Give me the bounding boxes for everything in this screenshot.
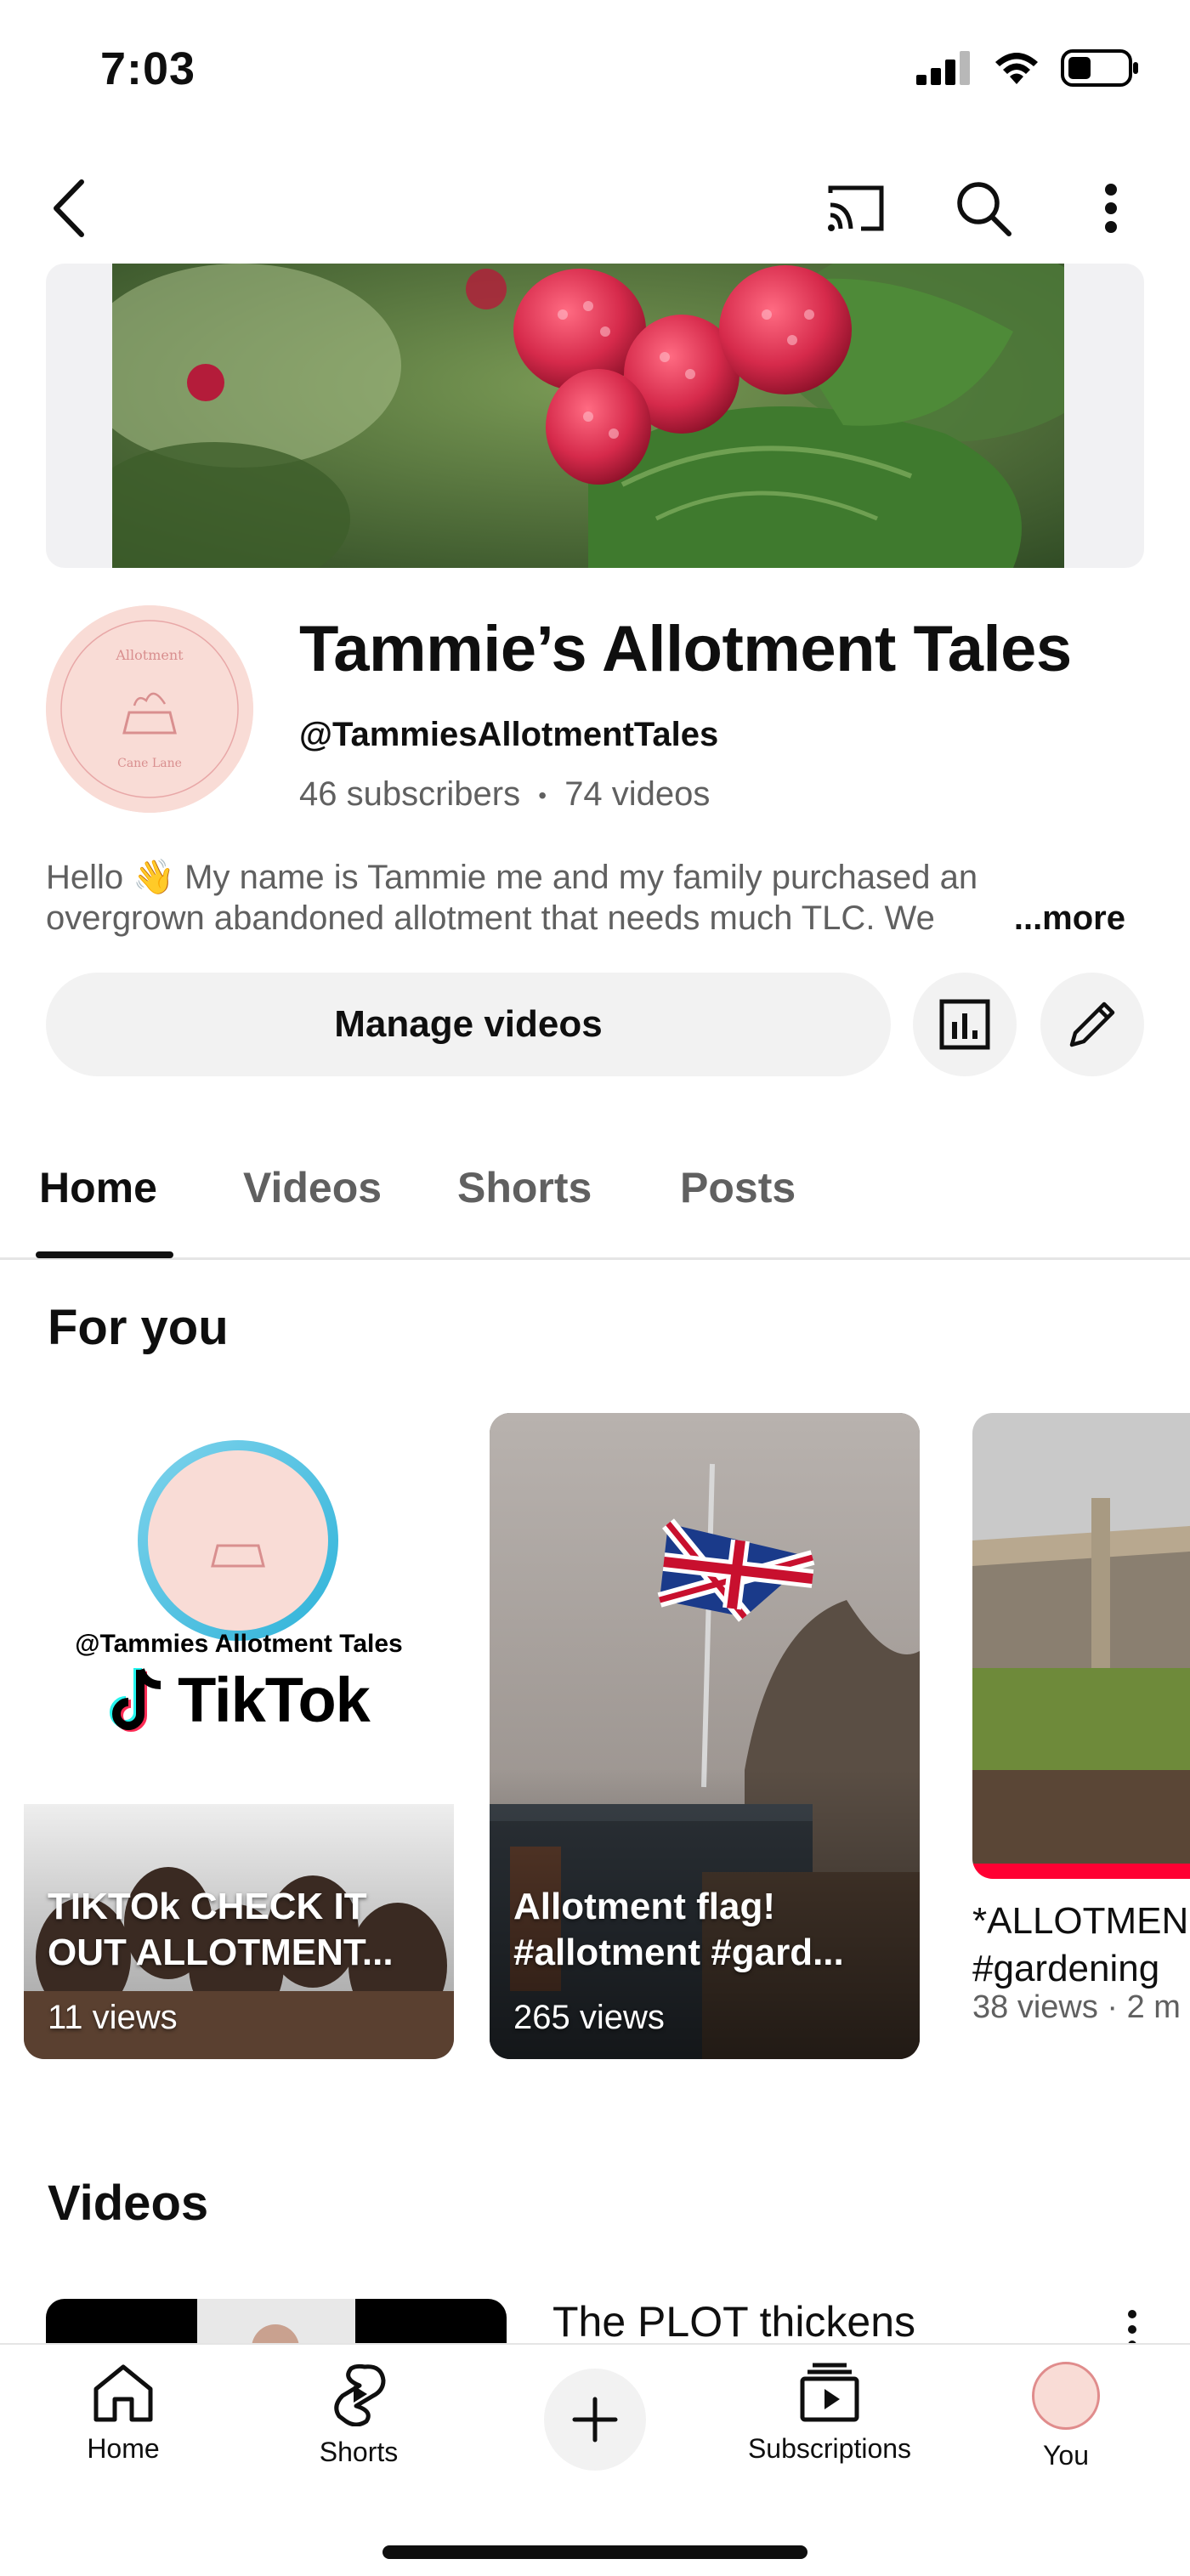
create-icon — [572, 2397, 618, 2443]
status-bar: 7:03 — [0, 0, 1190, 145]
analytics-icon — [939, 999, 990, 1050]
status-icons — [916, 49, 1139, 87]
short-title: *ALLOTMEN #gardening — [972, 1898, 1188, 1993]
cast-icon — [828, 185, 884, 231]
tab-shorts[interactable]: Shorts — [457, 1163, 592, 1212]
short-title: TIKTOk CHECK IT OUT ALLOTMENT... — [48, 1886, 394, 1973]
tab-videos[interactable]: Videos — [243, 1163, 382, 1212]
home-indicator — [382, 2545, 808, 2559]
pencil-icon — [1069, 1001, 1115, 1047]
avatar — [1032, 2362, 1100, 2430]
svg-text:Allotment: Allotment — [115, 647, 184, 663]
channel-name: Tammie’s Allotment Tales — [299, 613, 1072, 685]
top-nav — [0, 153, 1190, 255]
channel-banner — [46, 264, 1144, 568]
short-views: 38 views · 2 m — [972, 1989, 1181, 2025]
short-views: 265 views — [513, 1999, 665, 2036]
nav-subscriptions-label: Subscriptions — [747, 2433, 912, 2464]
stats-separator: • — [538, 782, 547, 809]
tiktok-brand: TikTok — [24, 1664, 454, 1736]
tab-home[interactable]: Home — [39, 1163, 157, 1212]
tiktok-wordmark: TikTok — [178, 1665, 371, 1735]
nav-subscriptions[interactable]: Subscriptions — [728, 2362, 932, 2465]
video-count: 74 videos — [564, 775, 711, 813]
nav-home-label: Home — [87, 2433, 160, 2464]
status-time: 7:03 — [100, 43, 196, 94]
tab-posts[interactable]: Posts — [680, 1163, 796, 1212]
more-options-button[interactable] — [1073, 170, 1149, 247]
battery-icon — [1061, 49, 1138, 87]
active-tab-indicator — [36, 1251, 173, 1258]
channel-handle: @TammiesAllotmentTales — [299, 716, 719, 753]
nav-create[interactable] — [544, 2369, 646, 2471]
cellular-signal-icon — [916, 51, 970, 85]
analytics-button[interactable] — [913, 973, 1017, 1076]
home-icon — [94, 2364, 153, 2422]
short-title-line2: #gardening — [972, 1948, 1160, 1989]
for-you-title: For you — [48, 1300, 229, 1355]
wifi-icon — [995, 53, 1038, 84]
short-title: Allotment flag! #allotment #gard... — [513, 1886, 844, 1973]
tiktok-handle-overlay: @Tammies Allotment Tales — [75, 1630, 403, 1658]
cast-button[interactable] — [818, 170, 894, 247]
nav-shorts[interactable]: Shorts — [257, 2362, 461, 2468]
subscriber-count: 46 subscribers — [299, 775, 521, 813]
nav-you[interactable]: You — [964, 2362, 1168, 2471]
short-views: 11 views — [48, 1999, 178, 2036]
video-title[interactable]: The PLOT thickens — [552, 2297, 915, 2346]
svg-text:Cane Lane: Cane Lane — [117, 757, 182, 770]
short-card-flag[interactable]: Allotment flag! #allotment #gard... 265 … — [490, 1413, 920, 2059]
back-arrow-icon — [54, 179, 84, 237]
channel-description[interactable]: Hello 👋 My name is Tammie me and my fami… — [46, 857, 1144, 939]
banner-image — [112, 264, 1064, 568]
channel-tabs: Home Videos Shorts Posts — [0, 1131, 1190, 1260]
nav-you-label: You — [1043, 2440, 1089, 2471]
subscriptions-icon — [800, 2363, 859, 2422]
description-text: Hello 👋 My name is Tammie me and my fami… — [46, 859, 978, 937]
channel-avatar[interactable]: Allotment Cane Lane — [46, 605, 253, 813]
short-card-allotment[interactable] — [972, 1413, 1190, 1879]
short-title-line1: *ALLOTMEN — [972, 1900, 1189, 1942]
nav-home[interactable]: Home — [21, 2362, 225, 2465]
search-icon — [957, 182, 1012, 236]
more-link[interactable]: ...more — [954, 898, 1125, 939]
edit-channel-button[interactable] — [1040, 973, 1144, 1076]
nav-shorts-label: Shorts — [319, 2437, 399, 2467]
more-vertical-icon — [1105, 184, 1117, 233]
channel-logo-icon: Allotment Cane Lane — [46, 605, 253, 813]
shorts-icon — [334, 2363, 386, 2426]
tiktok-logo-icon — [110, 1667, 162, 1732]
channel-stats: 46 subscribers • 74 videos — [299, 775, 710, 814]
short-card-tiktok[interactable]: @Tammies Allotment Tales TikTok TIKTOk C… — [24, 1413, 454, 2059]
short-thumbnail — [972, 1413, 1190, 1879]
back-button[interactable] — [31, 170, 107, 247]
search-button[interactable] — [945, 170, 1022, 247]
bottom-nav: Home Shorts Subscriptions You — [0, 2343, 1190, 2576]
manage-videos-button[interactable]: Manage videos — [46, 973, 891, 1076]
videos-section-title: Videos — [48, 2176, 209, 2231]
